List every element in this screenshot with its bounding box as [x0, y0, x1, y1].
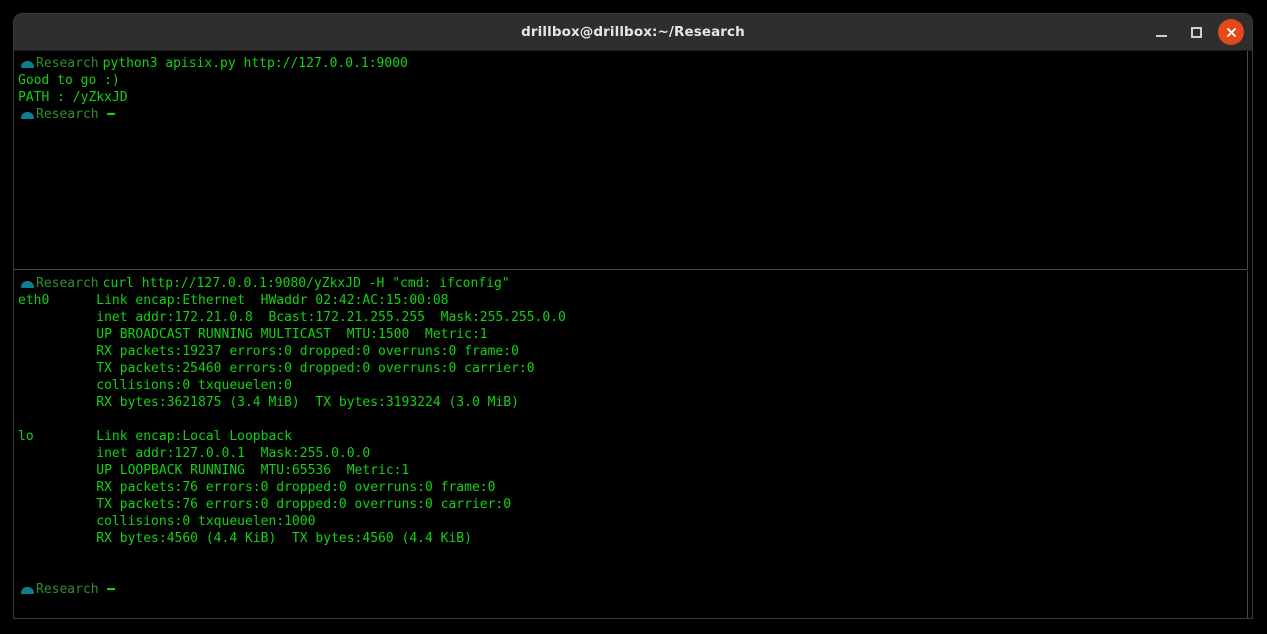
window-titlebar[interactable]: drillbox@drillbox:~/Research — [14, 14, 1252, 51]
prompt-cwd: Research — [36, 107, 99, 122]
pane-bottom-content: Research curl http://127.0.0.1:9080/yZkx… — [14, 271, 1247, 598]
half-disc-icon — [18, 275, 36, 292]
text-cursor — [106, 587, 115, 590]
output-line: collisions:0 txqueuelen:0 — [18, 378, 292, 393]
prompt-command: python3 apisix.py http://127.0.0.1:9000 — [102, 56, 408, 71]
close-button[interactable] — [1218, 19, 1244, 45]
half-disc-icon — [18, 106, 36, 123]
prompt-cwd: Research — [36, 582, 99, 597]
window-title: drillbox@drillbox:~/Research — [521, 24, 745, 40]
prompt-line-active: Research — [18, 581, 1247, 598]
terminal-body: Research python3 apisix.py http://127.0.… — [14, 51, 1252, 618]
prompt-line-active: Research — [18, 106, 1247, 123]
output-line: RX bytes:4560 (4.4 KiB) TX bytes:4560 (4… — [18, 531, 472, 546]
output-line: inet addr:127.0.0.1 Mask:255.0.0.0 — [18, 446, 371, 461]
maximize-icon — [1190, 26, 1202, 38]
output-line-blank — [18, 547, 1247, 564]
prompt-line: Research python3 apisix.py http://127.0.… — [18, 55, 1247, 72]
half-disc-icon — [18, 55, 36, 72]
output-line: Good to go :) — [18, 73, 120, 88]
output-line: UP BROADCAST RUNNING MULTICAST MTU:1500 … — [18, 327, 488, 342]
pane-top-content: Research python3 apisix.py http://127.0.… — [14, 51, 1247, 123]
output-line: RX packets:19237 errors:0 dropped:0 over… — [18, 344, 519, 359]
output-line: TX packets:76 errors:0 dropped:0 overrun… — [18, 497, 512, 512]
output-line: collisions:0 txqueuelen:1000 — [18, 514, 316, 529]
text-cursor — [106, 112, 115, 115]
prompt-line: Research curl http://127.0.0.1:9080/yZkx… — [18, 275, 1247, 292]
output-line: PATH : /yZkxJD — [18, 90, 128, 105]
terminal-pane-top[interactable]: Research python3 apisix.py http://127.0.… — [14, 51, 1248, 270]
output-line-blank — [18, 411, 1247, 428]
output-line: UP LOOPBACK RUNNING MTU:65536 Metric:1 — [18, 463, 410, 478]
minimize-button[interactable] — [1148, 19, 1174, 45]
minimize-icon — [1155, 34, 1167, 37]
output-line: RX bytes:3621875 (3.4 MiB) TX bytes:3193… — [18, 395, 519, 410]
close-icon — [1226, 27, 1236, 37]
prompt-cwd: Research — [36, 56, 99, 71]
terminal-window: drillbox@drillbox:~/Research Research py… — [14, 14, 1252, 618]
output-line: RX packets:76 errors:0 dropped:0 overrun… — [18, 480, 496, 495]
terminal-pane-bottom[interactable]: Research curl http://127.0.0.1:9080/yZkx… — [14, 271, 1248, 618]
half-disc-icon — [18, 581, 36, 598]
output-line-blank — [18, 564, 1247, 581]
output-line: eth0 Link encap:Ethernet HWaddr 02:42:AC… — [18, 293, 449, 308]
output-line: TX packets:25460 errors:0 dropped:0 over… — [18, 361, 535, 376]
window-controls — [1148, 14, 1244, 50]
prompt-command: curl http://127.0.0.1:9080/yZkxJD -H "cm… — [102, 276, 510, 291]
output-line: lo Link encap:Local Loopback — [18, 429, 292, 444]
maximize-button[interactable] — [1183, 19, 1209, 45]
output-line: inet addr:172.21.0.8 Bcast:172.21.255.25… — [18, 310, 566, 325]
prompt-cwd: Research — [36, 276, 99, 291]
